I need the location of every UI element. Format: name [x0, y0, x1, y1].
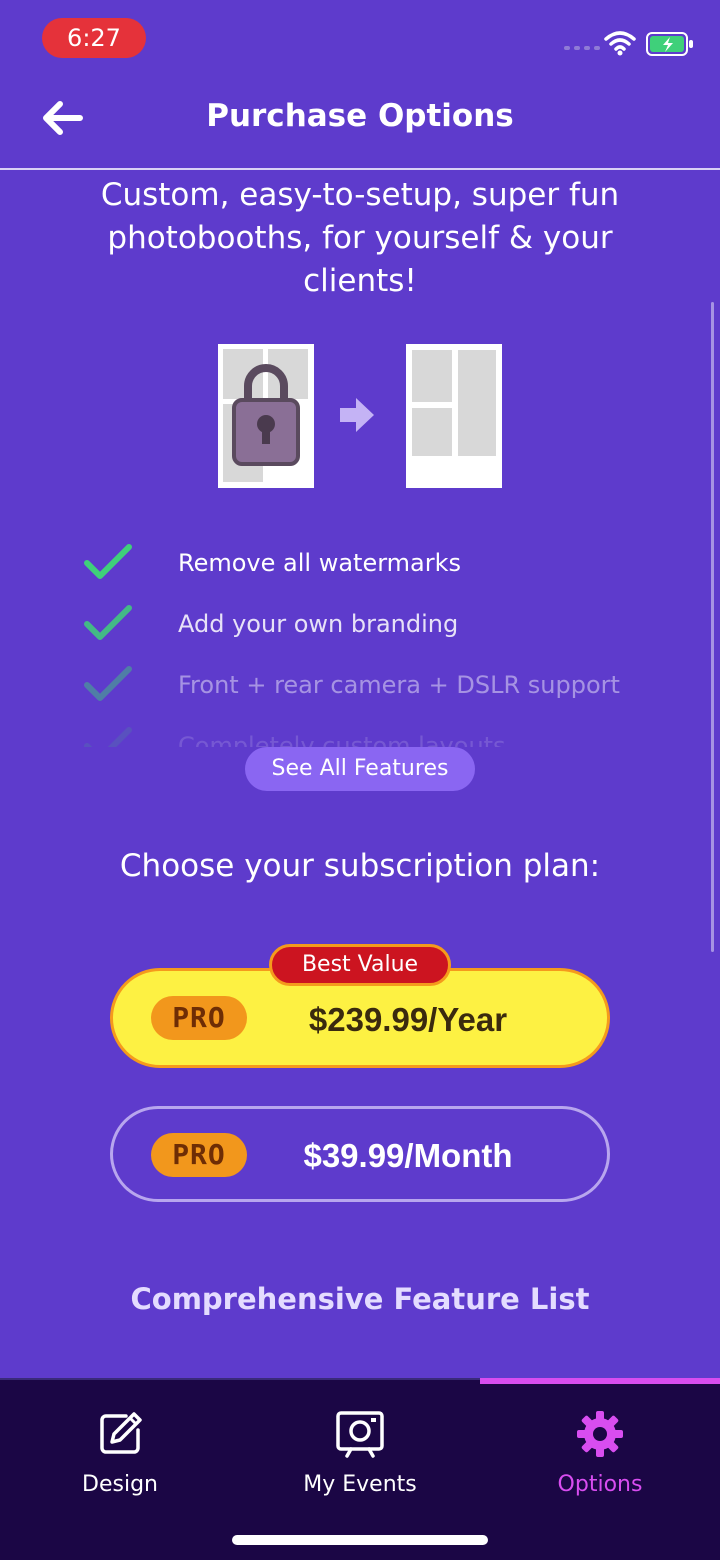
bottom-tab-bar: Design My Events Options: [0, 1378, 720, 1560]
tab-label: Design: [82, 1472, 158, 1497]
page-title: Purchase Options: [206, 98, 514, 134]
tab-options[interactable]: Options: [480, 1410, 720, 1500]
pro-badge: PRO: [151, 1133, 247, 1177]
comprehensive-feature-list-link[interactable]: Comprehensive Feature List: [0, 1282, 720, 1316]
feature-label: Remove all watermarks: [178, 548, 462, 577]
photo-frame-icon: [336, 1411, 384, 1458]
feature-item: Front + rear camera + DSLR support: [84, 654, 684, 715]
tab-label: Options: [557, 1472, 643, 1497]
plan-price: $39.99/Month: [303, 1137, 513, 1174]
see-all-features-button[interactable]: See All Features: [245, 747, 475, 791]
feature-label: Completely custom layouts: [178, 731, 506, 748]
check-icon: [84, 665, 132, 701]
signal-icon: [564, 46, 600, 50]
check-icon: [84, 543, 132, 579]
top-header: Purchase Options: [0, 80, 720, 170]
status-bar: 6:27: [0, 0, 720, 80]
tab-design[interactable]: Design: [0, 1410, 240, 1500]
check-icon: [84, 604, 132, 640]
status-time: 6:27: [42, 18, 146, 58]
subscription-heading: Choose your subscription plan:: [119, 848, 601, 884]
battery-charging-icon: [646, 32, 693, 56]
feature-list: Remove all watermarks Add your own brand…: [84, 532, 684, 747]
hero-tagline: Custom, easy-to-setup, super fun photobo…: [100, 177, 620, 299]
home-indicator: [232, 1535, 488, 1545]
feature-item: Remove all watermarks: [84, 532, 684, 593]
pencil-edit-icon: [100, 1412, 142, 1454]
monthly-plan-button[interactable]: PRO $39.99/Month: [110, 1106, 610, 1202]
feature-item: Add your own branding: [84, 593, 684, 654]
pro-badge: PRO: [151, 996, 247, 1040]
scroll-content[interactable]: Custom, easy-to-setup, super fun photobo…: [0, 172, 720, 1378]
best-value-badge: Best Value: [269, 944, 451, 986]
gear-icon: [577, 1411, 623, 1457]
feature-item: Completely custom layouts: [84, 715, 684, 747]
unlock-layout-illustration: [218, 344, 502, 488]
feature-label: Front + rear camera + DSLR support: [178, 670, 620, 699]
check-icon: [84, 726, 132, 747]
tab-my-events[interactable]: My Events: [240, 1410, 480, 1500]
active-tab-indicator: [480, 1378, 720, 1384]
plan-price: $239.99/Year: [308, 1001, 508, 1038]
feature-label: Add your own branding: [178, 609, 459, 638]
wifi-icon: [604, 31, 636, 56]
tab-label: My Events: [303, 1472, 417, 1497]
